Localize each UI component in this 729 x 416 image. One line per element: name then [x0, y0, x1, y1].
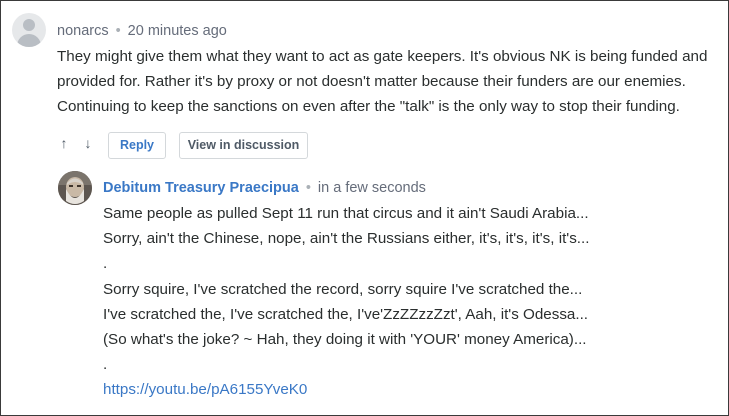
- comment-line: They might give them what they want to a…: [57, 48, 708, 65]
- meta-separator: •: [115, 23, 121, 39]
- reply-line: .: [103, 356, 108, 374]
- view-in-discussion-button[interactable]: View in discussion: [179, 132, 308, 159]
- reply-link-line: https://youtu.be/pA6155YveK0: [103, 377, 718, 402]
- reply-line: Same people as pulled Sept 11 run that c…: [103, 205, 589, 222]
- upvote-arrow-icon[interactable]: ↑: [57, 134, 71, 152]
- reply-author[interactable]: Debitum Treasury Praecipua: [103, 180, 299, 196]
- portrait-image: [58, 171, 92, 205]
- comment-line: provided for. Rather it's by proxy or no…: [57, 73, 686, 90]
- avatar-head-shape: [23, 19, 35, 31]
- reply-line: I've scratched the, I've scratched the, …: [103, 305, 589, 323]
- comment-line: Continuing to keep the sanctions on even…: [57, 98, 680, 115]
- downvote-arrow-icon[interactable]: ↓: [81, 134, 95, 152]
- youtube-link[interactable]: https://youtu.be/pA6155YveK0: [103, 381, 307, 398]
- user-portrait-avatar[interactable]: [58, 171, 92, 205]
- comment-thread: nonarcs • 20 minutes ago They might give t…: [0, 0, 729, 416]
- reply-line: (So what's the joke? ~ Hah, they doing i…: [103, 331, 587, 349]
- comment-body: They might give them what they want to a…: [57, 44, 722, 119]
- avatar-body-shape: [17, 34, 41, 47]
- meta-separator: •: [305, 180, 311, 196]
- reply-line: .: [103, 255, 108, 273]
- guest-avatar-icon[interactable]: [12, 13, 46, 47]
- comment-timestamp[interactable]: 20 minutes ago: [128, 23, 227, 39]
- reply-line: Sorry squire, I've scratched the record,…: [103, 280, 583, 298]
- comment-author[interactable]: nonarcs: [57, 23, 109, 39]
- reply-timestamp[interactable]: in a few seconds: [318, 180, 426, 196]
- reply-line: Sorry, ain't the Chinese, nope, ain't th…: [103, 230, 590, 248]
- reply-body: Same people as pulled Sept 11 run that c…: [103, 201, 718, 403]
- comment-meta: nonarcs • 20 minutes ago: [57, 23, 227, 39]
- reply-button[interactable]: Reply: [108, 132, 166, 159]
- reply-meta: Debitum Treasury Praecipua • in a few seco…: [103, 180, 426, 196]
